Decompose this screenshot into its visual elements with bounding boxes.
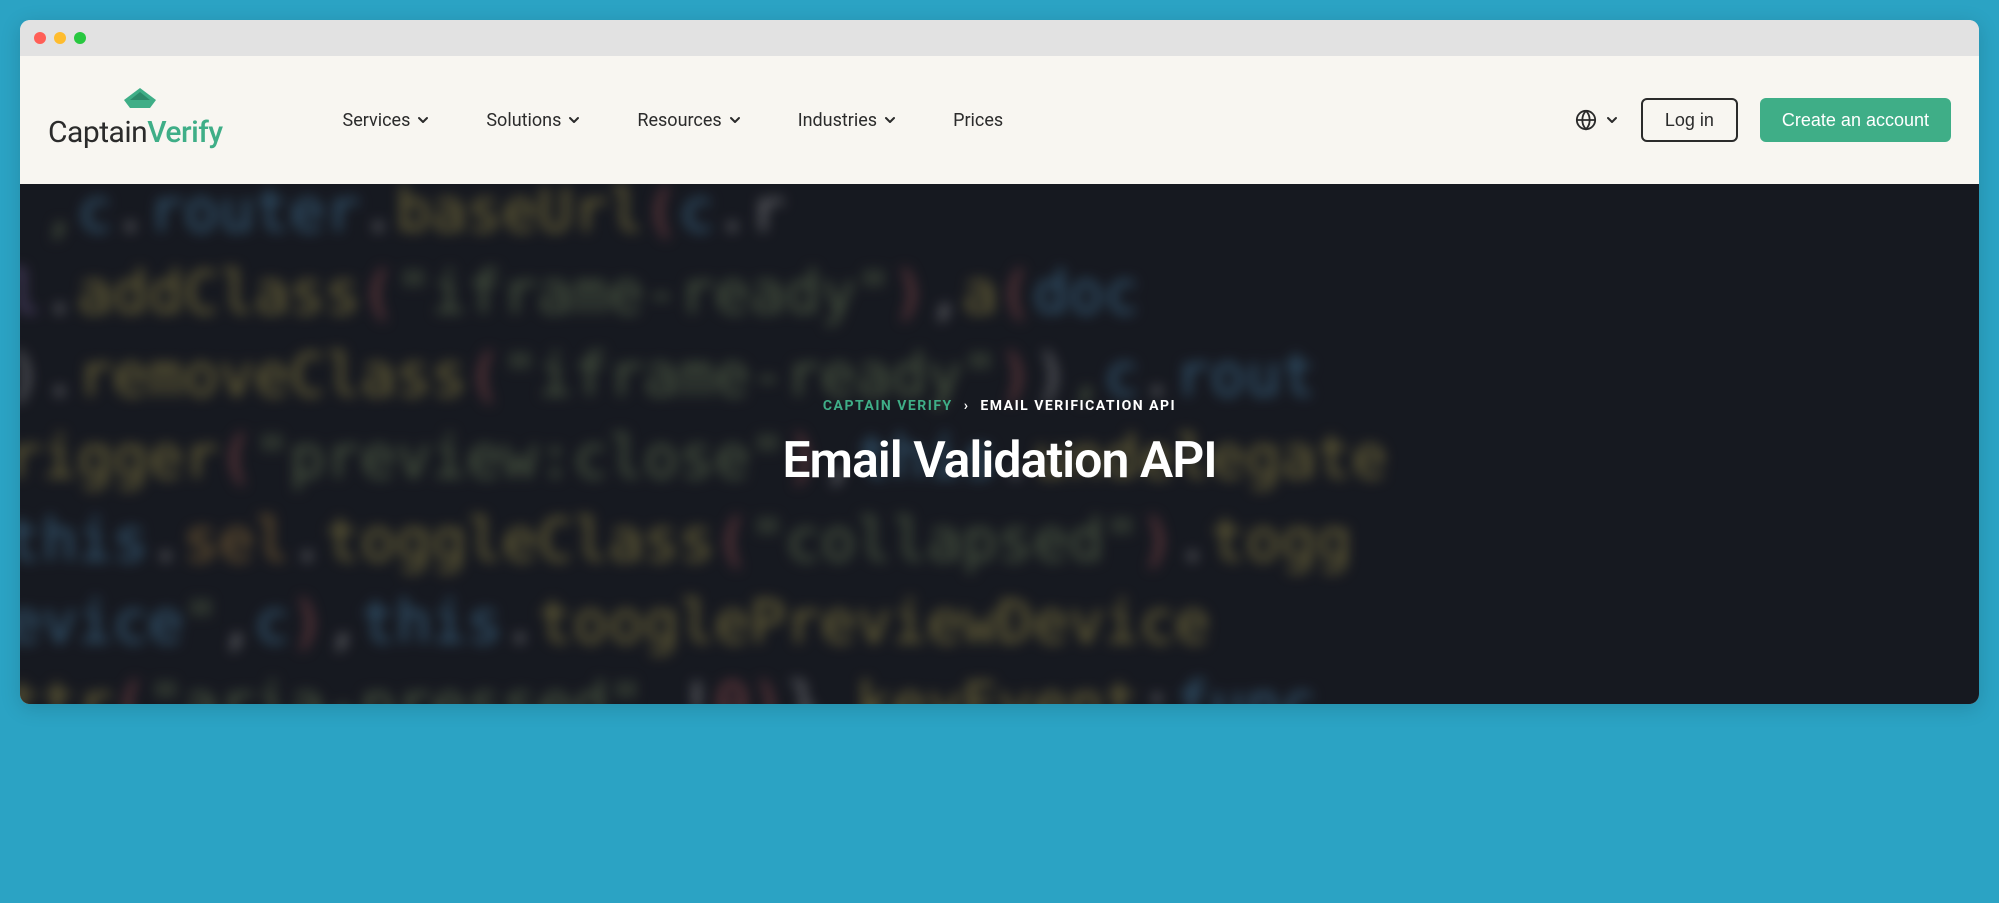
- main-nav: Services Solutions Resources: [343, 110, 1004, 131]
- nav-resources[interactable]: Resources: [637, 110, 741, 131]
- nav-industries[interactable]: Industries: [798, 110, 897, 131]
- nav-item-label: Services: [343, 110, 411, 131]
- create-account-button[interactable]: Create an account: [1760, 98, 1951, 142]
- chevron-down-icon: [728, 113, 742, 127]
- hero-content: CAPTAIN VERIFY › EMAIL VERIFICATION API …: [20, 184, 1979, 704]
- browser-chrome: [20, 20, 1979, 56]
- window-close-icon[interactable]: [34, 32, 46, 44]
- nav-services[interactable]: Services: [343, 110, 431, 131]
- page-title: Email Validation API: [782, 432, 1216, 490]
- nav-item-label: Prices: [953, 110, 1003, 131]
- nav-item-label: Solutions: [486, 110, 561, 131]
- browser-frame: CaptainVerify Services Solutions Resourc: [20, 20, 1979, 704]
- nav-item-label: Resources: [637, 110, 721, 131]
- page: CaptainVerify Services Solutions Resourc: [20, 56, 1979, 704]
- site-header: CaptainVerify Services Solutions Resourc: [20, 56, 1979, 184]
- brand-logo[interactable]: CaptainVerify: [48, 90, 223, 150]
- boat-icon: [122, 86, 158, 110]
- header-actions: Log in Create an account: [1575, 98, 1951, 142]
- chevron-down-icon: [883, 113, 897, 127]
- nav-prices[interactable]: Prices: [953, 110, 1003, 131]
- nav-item-label: Industries: [798, 110, 877, 131]
- chevron-down-icon: [416, 113, 430, 127]
- breadcrumb: CAPTAIN VERIFY › EMAIL VERIFICATION API: [823, 398, 1176, 414]
- hero-section: ) ,c.router.baseUrl(c.r el.addClass("ifr…: [20, 184, 1979, 704]
- window-minimize-icon[interactable]: [54, 32, 66, 44]
- breadcrumb-current: EMAIL VERIFICATION API: [980, 398, 1176, 414]
- chevron-down-icon: [1605, 113, 1619, 127]
- globe-icon: [1575, 109, 1597, 131]
- breadcrumb-root[interactable]: CAPTAIN VERIFY: [823, 398, 953, 414]
- language-selector[interactable]: [1575, 109, 1619, 131]
- nav-solutions[interactable]: Solutions: [486, 110, 581, 131]
- window-maximize-icon[interactable]: [74, 32, 86, 44]
- breadcrumb-separator: ›: [964, 398, 970, 414]
- chevron-down-icon: [567, 113, 581, 127]
- login-button[interactable]: Log in: [1641, 98, 1738, 142]
- brand-wordmark: CaptainVerify: [48, 115, 223, 150]
